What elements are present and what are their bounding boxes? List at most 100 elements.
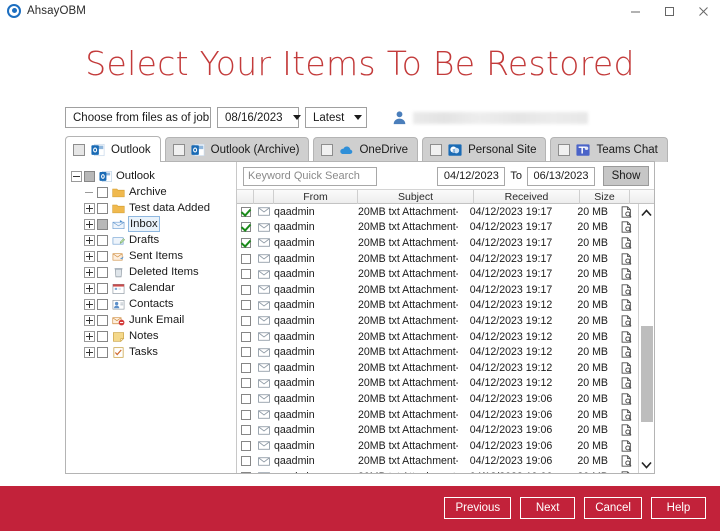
row-attachment-cell[interactable] (614, 391, 638, 407)
tree-item-checkbox[interactable] (97, 315, 108, 326)
tree-item-notes[interactable]: Notes (71, 328, 236, 344)
column-header-size[interactable]: Size (580, 190, 630, 204)
tree-item-checkbox[interactable] (97, 251, 108, 262)
row-checkbox[interactable] (241, 207, 251, 217)
row-checkbox[interactable] (241, 285, 251, 295)
table-row[interactable]: qaadmin20MB txt Attachment- Count: 29804… (237, 220, 638, 236)
column-header-type[interactable] (254, 190, 274, 204)
expand-icon[interactable] (84, 219, 95, 230)
tab-teams-chat-checkbox[interactable] (558, 144, 570, 156)
row-checkbox-cell[interactable] (237, 454, 254, 470)
row-attachment-cell[interactable] (614, 251, 638, 267)
row-attachment-cell[interactable] (614, 376, 638, 392)
tree-item-drafts[interactable]: Drafts (71, 232, 236, 248)
row-checkbox-cell[interactable] (237, 204, 254, 220)
row-checkbox-cell[interactable] (237, 391, 254, 407)
table-row[interactable]: qaadmin20MB txt Attachment- Count: 28804… (237, 376, 638, 392)
tree-item-deleted-items[interactable]: Deleted Items (71, 264, 236, 280)
row-attachment-cell[interactable] (614, 313, 638, 329)
tree-item-sent-items[interactable]: Sent Items (71, 248, 236, 264)
tree-item-checkbox[interactable] (97, 299, 108, 310)
table-row[interactable]: qaadmin20MB txt Attachment- Count: 29904… (237, 204, 638, 220)
row-checkbox-cell[interactable] (237, 469, 254, 473)
expand-icon[interactable] (84, 267, 95, 278)
expand-icon[interactable] (84, 283, 95, 294)
row-attachment-cell[interactable] (614, 360, 638, 376)
row-checkbox[interactable] (241, 300, 251, 310)
scrollbar-track[interactable] (639, 221, 655, 456)
table-row[interactable]: qaadmin20MB txt Attachment- Count: 28604… (237, 407, 638, 423)
tab-outlook[interactable]: Outlook (65, 136, 161, 162)
collapse-icon[interactable] (71, 171, 82, 182)
tab-teams-chat[interactable]: Teams Chat (550, 137, 667, 162)
row-attachment-cell[interactable] (614, 469, 638, 473)
date-to-input[interactable] (527, 167, 595, 186)
row-checkbox[interactable] (241, 425, 251, 435)
tab-outlook-checkbox[interactable] (73, 144, 85, 156)
tree-item-archive[interactable]: Archive (71, 184, 236, 200)
row-checkbox[interactable] (241, 238, 251, 248)
expand-icon[interactable] (84, 299, 95, 310)
scroll-up-icon[interactable] (639, 204, 655, 221)
table-row[interactable]: qaadmin20MB txt Attachment- Count: 29604… (237, 251, 638, 267)
table-row[interactable]: qaadmin20MB txt Attachment- Count: 29104… (237, 329, 638, 345)
next-button[interactable]: Next (520, 497, 575, 519)
row-attachment-cell[interactable] (614, 235, 638, 251)
row-checkbox[interactable] (241, 472, 251, 473)
tree-item-tasks[interactable]: Tasks (71, 344, 236, 360)
table-row[interactable]: qaadmin20MB txt Attachment- Count: 29204… (237, 313, 638, 329)
row-checkbox[interactable] (241, 254, 251, 264)
table-row[interactable]: qaadmin20MB txt Attachment- Count: 28504… (237, 422, 638, 438)
row-checkbox[interactable] (241, 410, 251, 420)
row-attachment-cell[interactable] (614, 220, 638, 236)
table-row[interactable]: qaadmin20MB txt Attachment- Count: 29704… (237, 235, 638, 251)
expand-icon[interactable] (84, 347, 95, 358)
folder-tree[interactable]: Outlook Archive Test data Added (66, 162, 237, 473)
row-checkbox-cell[interactable] (237, 251, 254, 267)
tree-item-checkbox[interactable] (84, 171, 95, 182)
expand-icon[interactable] (84, 251, 95, 262)
source-select[interactable]: Choose from files as of job (65, 107, 211, 128)
expand-icon[interactable] (84, 315, 95, 326)
scroll-down-icon[interactable] (639, 456, 655, 473)
row-attachment-cell[interactable] (614, 422, 638, 438)
row-checkbox-cell[interactable] (237, 407, 254, 423)
row-attachment-cell[interactable] (614, 204, 638, 220)
row-checkbox-cell[interactable] (237, 235, 254, 251)
tab-onedrive-checkbox[interactable] (321, 144, 333, 156)
row-checkbox[interactable] (241, 378, 251, 388)
row-checkbox[interactable] (241, 269, 251, 279)
row-checkbox-cell[interactable] (237, 220, 254, 236)
date-from-input[interactable] (437, 167, 505, 186)
tree-item-outlook[interactable]: Outlook (71, 168, 236, 184)
row-checkbox-cell[interactable] (237, 376, 254, 392)
table-row[interactable]: qaadmin20MB txt Attachment- Count: 29504… (237, 266, 638, 282)
row-attachment-cell[interactable] (614, 329, 638, 345)
tree-item-checkbox[interactable] (97, 187, 108, 198)
expand-icon[interactable] (84, 203, 95, 214)
row-checkbox-cell[interactable] (237, 266, 254, 282)
row-checkbox-cell[interactable] (237, 344, 254, 360)
column-header-from[interactable]: From (274, 190, 358, 204)
close-button[interactable] (686, 0, 720, 22)
row-checkbox[interactable] (241, 394, 251, 404)
tab-personal-site-checkbox[interactable] (430, 144, 442, 156)
table-row[interactable]: qaadmin20MB txt Attachment- Count: 28904… (237, 360, 638, 376)
column-header-attachment[interactable] (630, 190, 654, 204)
tree-item-checkbox[interactable] (97, 235, 108, 246)
row-attachment-cell[interactable] (614, 344, 638, 360)
show-button[interactable]: Show (603, 166, 649, 186)
table-row[interactable]: qaadmin20MB txt Attachment- Count: 29004… (237, 344, 638, 360)
row-checkbox[interactable] (241, 456, 251, 466)
tree-item-checkbox[interactable] (97, 267, 108, 278)
scrollbar-thumb[interactable] (641, 326, 653, 422)
row-checkbox-cell[interactable] (237, 438, 254, 454)
table-row[interactable]: qaadmin20MB txt Attachment- Count: 28404… (237, 438, 638, 454)
row-attachment-cell[interactable] (614, 454, 638, 470)
minimize-button[interactable] (618, 0, 652, 22)
previous-button[interactable]: Previous (444, 497, 511, 519)
tab-personal-site[interactable]: S Personal Site (422, 137, 546, 162)
row-checkbox[interactable] (241, 222, 251, 232)
table-row[interactable]: qaadmin20MB txt Attachment- Count: 29404… (237, 282, 638, 298)
maximize-button[interactable] (652, 0, 686, 22)
